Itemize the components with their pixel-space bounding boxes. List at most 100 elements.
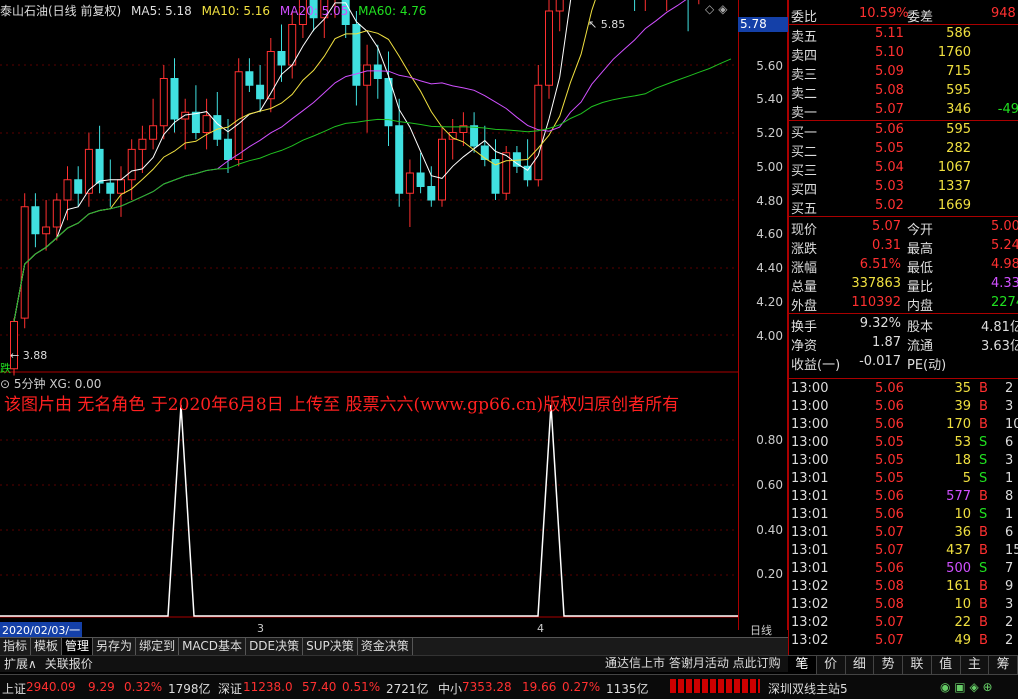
sub-axis-tick: 0.20 (756, 567, 783, 581)
tick-count: 2 (1005, 633, 1014, 648)
tick-price: 5.06 (875, 489, 904, 504)
axis-tick: 5.60 (756, 59, 783, 73)
candle-body (63, 179, 72, 201)
candle-body (170, 78, 179, 120)
server-station[interactable]: 深圳双线主站5 (768, 680, 848, 697)
candle-body (277, 51, 286, 66)
ask-price: 5.07 (875, 102, 904, 117)
ask-price: 5.10 (875, 45, 904, 60)
tick-volume: 36 (954, 525, 971, 540)
bid-volume: 1337 (937, 179, 971, 194)
tick-side: B (979, 579, 988, 594)
fund-label: 股本 (907, 320, 934, 335)
tab-sup[interactable]: SUP决策 (303, 638, 358, 655)
panel-tab-value[interactable]: 值 (932, 656, 961, 674)
candle-body (555, 0, 564, 12)
tab-template[interactable]: 模板 (31, 638, 63, 655)
kline-svg[interactable] (0, 0, 738, 630)
tab-fund[interactable]: 资金决策 (358, 638, 413, 655)
panel-tab-chips[interactable]: 筹 (989, 656, 1018, 674)
expand-button[interactable]: 扩展∧ (0, 656, 41, 672)
left-marker: 跌 (0, 362, 11, 375)
stat-value: 5.07 (872, 219, 901, 234)
panel-tab-price[interactable]: 价 (817, 656, 846, 674)
tab-bind-to[interactable]: 绑定到 (136, 638, 180, 655)
tick-side: B (979, 417, 988, 432)
tick-volume: 10 (954, 597, 971, 612)
candle-body (288, 24, 297, 66)
tick-row: 13:00 5.06 35 B 2 (789, 380, 1018, 398)
date-bar: 2020/02/03/一 3 4 日线 (0, 622, 788, 638)
stat-value: 5.00 (991, 219, 1018, 234)
date-start: 2020/02/03/一 (0, 622, 83, 638)
panel-tab-trades[interactable]: 笔 (788, 656, 817, 674)
tab-save-as[interactable]: 另存为 (93, 638, 137, 655)
panel-tab-detail[interactable]: 细 (846, 656, 875, 674)
candle-body (149, 125, 158, 140)
tick-volume: 437 (946, 543, 971, 558)
stat-label: 总量 (791, 280, 818, 295)
tick-price: 5.08 (875, 597, 904, 612)
tick-row: 13:02 5.07 22 B 2 (789, 614, 1018, 632)
tick-price: 5.06 (875, 381, 904, 396)
candle-body (405, 172, 414, 194)
ask-label: 卖三 (791, 68, 818, 83)
low-price-value: 3.88 (22, 349, 48, 362)
fund-row: 净资 1.87 流通 3.63亿 (789, 334, 1018, 354)
settings-icon[interactable]: ◈ (718, 2, 731, 16)
tick-count: 6 (1005, 525, 1014, 540)
tick-count: 10 (1005, 417, 1018, 432)
tick-volume: 18 (954, 453, 971, 468)
bid-volume: 282 (946, 141, 971, 156)
ask-change: -49 (997, 102, 1018, 117)
ask-price: 5.08 (875, 83, 904, 98)
tick-row: 13:01 5.05 5 S 1 (789, 470, 1018, 488)
candle-body (395, 125, 404, 194)
stat-value: 227471 (991, 295, 1018, 310)
panel-tab-trend[interactable]: 势 (874, 656, 903, 674)
tick-price: 5.05 (875, 471, 904, 486)
sub-axis-tick: 0.60 (756, 478, 783, 492)
bid-label: 买四 (791, 183, 818, 198)
period-label[interactable]: 日线 (750, 622, 772, 638)
tab-dde[interactable]: DDE决策 (246, 638, 304, 655)
tick-side: S (979, 435, 988, 450)
panel-tab-link[interactable]: 联 (903, 656, 932, 674)
promo-notice[interactable]: 通达信上市 答谢月活动 点此订购 (605, 655, 781, 672)
diamond-icon[interactable]: ◇ (705, 2, 718, 16)
weibi-label: 委比 (791, 10, 818, 25)
stat-value: 337863 (851, 276, 901, 291)
candlesticks (10, 0, 700, 376)
ask-row: 卖三 5.09 715 (789, 63, 1018, 83)
tray-icons[interactable]: ◉ ▣ ◈ ⊕ (940, 680, 993, 694)
ask-volume: 346 (946, 102, 971, 117)
tab-macd[interactable]: MACD基本 (179, 638, 247, 655)
stat-label: 内盘 (907, 299, 934, 314)
tick-side: S (979, 453, 988, 468)
ma10-label: MA10: 5.16 (201, 4, 271, 18)
sz-label: 深证 (218, 682, 243, 696)
tab-indicator[interactable]: 指标 (0, 638, 32, 655)
weibi-value: 10.59% (859, 6, 909, 21)
candle-body (545, 10, 553, 86)
tick-row: 13:02 5.07 49 B 2 (789, 632, 1018, 650)
bid-price: 5.04 (875, 160, 904, 175)
tick-time: 13:01 (791, 543, 829, 558)
panel-tab-main[interactable]: 主 (961, 656, 990, 674)
tick-row: 13:01 5.07 437 B 15 (789, 542, 1018, 560)
candle-body (84, 148, 93, 194)
stat-row: 现价 5.07 今开 5.00 (789, 218, 1018, 238)
chart-tools[interactable]: ◇◈ (705, 2, 731, 16)
bid-volume: 1067 (937, 160, 971, 175)
candle-body (127, 148, 136, 181)
tab-manage[interactable]: 管理 (62, 638, 94, 655)
weicha-value: 948 (991, 6, 1016, 21)
kline-chart-panel[interactable]: 泰山石油(日线 前复权) MA5: 5.18 MA10: 5.16 MA20: … (0, 0, 738, 630)
tick-price: 5.06 (875, 417, 904, 432)
tick-time: 13:02 (791, 597, 829, 612)
sub-chart-icon[interactable]: ⊙ (0, 377, 10, 391)
candle-body (373, 64, 382, 79)
related-quote-button[interactable]: 关联报价 (41, 656, 97, 672)
tick-volume: 49 (954, 633, 971, 648)
tick-time: 13:02 (791, 633, 829, 648)
